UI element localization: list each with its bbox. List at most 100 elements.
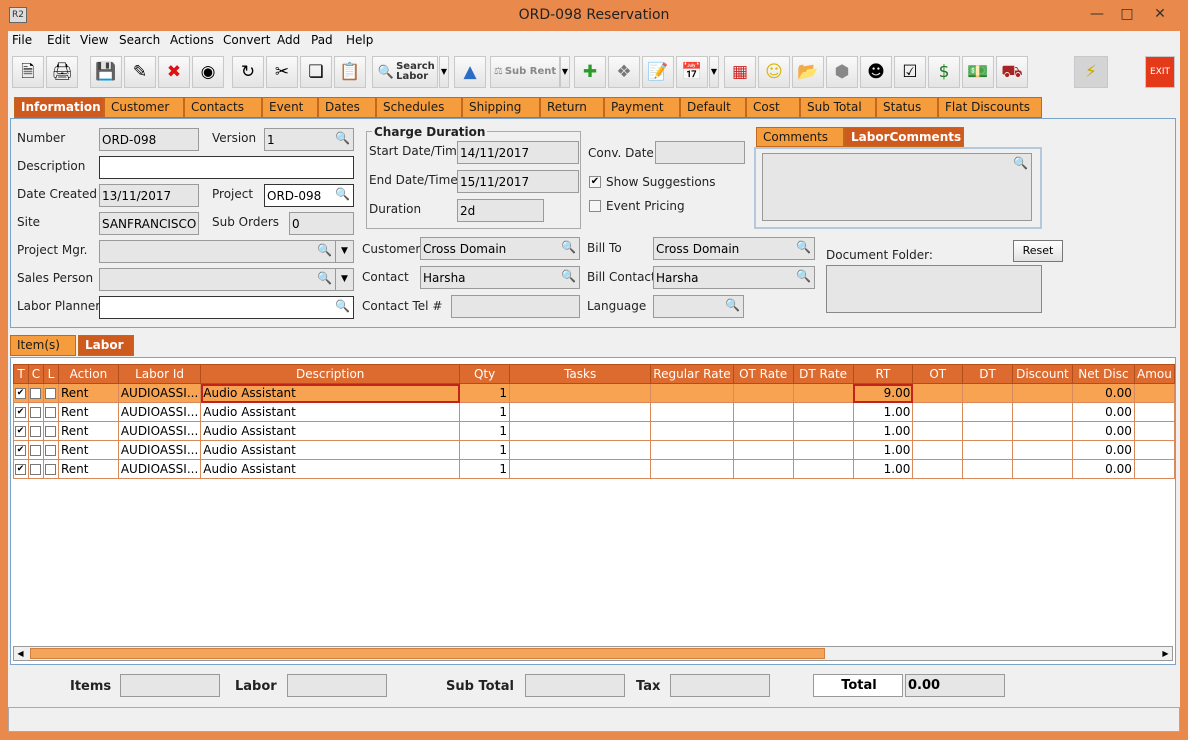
cell-dt[interactable]	[962, 383, 1013, 403]
cell-discount[interactable]	[1011, 402, 1073, 422]
tab-cost[interactable]: Cost	[746, 97, 800, 118]
cell-action[interactable]: Rent	[57, 459, 119, 479]
cell-rt[interactable]: 1.00	[852, 459, 914, 479]
description-field[interactable]	[99, 156, 354, 179]
col-header-regular-rate[interactable]: Regular Rate	[650, 364, 734, 384]
tab-customer[interactable]: Customer	[104, 97, 184, 118]
menu-file[interactable]: File	[12, 33, 32, 47]
cell-t[interactable]: ✔	[13, 459, 29, 479]
menu-edit[interactable]: Edit	[47, 33, 70, 47]
row-checkbox[interactable]	[44, 407, 56, 418]
minimize-icon[interactable]: —	[1085, 4, 1109, 26]
row-checkbox[interactable]: ✔	[15, 445, 26, 456]
customer-field[interactable]: Cross Domain 🔍	[420, 237, 580, 260]
row-checkbox[interactable]: ✔	[15, 388, 26, 399]
cell-t[interactable]: ✔	[13, 402, 29, 422]
search-icon[interactable]: 🔍	[1013, 156, 1028, 170]
cell-qty[interactable]: 1	[459, 421, 510, 441]
search-icon[interactable]: 🔍	[796, 240, 811, 254]
cell-regular-rate[interactable]	[650, 402, 734, 422]
cell-rt[interactable]: 1.00	[852, 421, 914, 441]
binoculars-icon[interactable]: ◉	[192, 56, 224, 88]
cell-amount[interactable]	[1133, 421, 1176, 441]
cell-discount[interactable]	[1011, 383, 1073, 403]
row-checkbox[interactable]: ✔	[15, 464, 26, 475]
tab-return[interactable]: Return	[540, 97, 604, 118]
cell-qty[interactable]: 1	[459, 383, 510, 403]
menu-view[interactable]: View	[80, 33, 108, 47]
cell-discount[interactable]	[1011, 440, 1073, 460]
cell-tasks[interactable]	[508, 383, 652, 403]
scroll-right-icon[interactable]: ▶	[1159, 647, 1172, 660]
cell-ot[interactable]	[912, 421, 964, 441]
col-header-discount[interactable]: Discount	[1011, 364, 1073, 384]
tab-comments[interactable]: Comments	[756, 127, 844, 147]
block-icon[interactable]: ⬢	[826, 56, 858, 88]
project-mgr-field[interactable]: 🔍 ▼	[99, 240, 354, 263]
delete-icon[interactable]: ✖	[158, 56, 190, 88]
calendar-dropdown-icon[interactable]: ▼	[709, 56, 719, 88]
cell-c[interactable]	[27, 402, 44, 422]
plugin-icon[interactable]: ⚡	[1074, 56, 1108, 88]
cell-t[interactable]: ✔	[13, 440, 29, 460]
cell-discount[interactable]	[1011, 459, 1073, 479]
cell-qty[interactable]: 1	[459, 402, 510, 422]
smiley-icon[interactable]: ☺	[758, 56, 790, 88]
truck-icon[interactable]: ⛟	[996, 56, 1028, 88]
row-checkbox[interactable]	[44, 464, 56, 475]
col-header-c[interactable]: C	[27, 364, 44, 384]
row-checkbox[interactable]: ✔	[15, 407, 26, 418]
row-checkbox[interactable]	[29, 426, 41, 437]
cell-regular-rate[interactable]	[650, 440, 734, 460]
cell-dt[interactable]	[962, 459, 1013, 479]
event-pricing-checkbox[interactable]	[589, 200, 601, 212]
col-header-tasks[interactable]: Tasks	[508, 364, 652, 384]
search-icon[interactable]: 🔍	[725, 298, 740, 312]
cell-l[interactable]	[42, 421, 59, 441]
cell-tasks[interactable]	[508, 440, 652, 460]
contact-tel-field[interactable]	[451, 295, 580, 318]
cell-ot[interactable]	[912, 459, 964, 479]
end-datetime-field[interactable]: 15/11/2017	[457, 170, 579, 193]
cell-tasks[interactable]	[508, 421, 652, 441]
cell-c[interactable]	[27, 459, 44, 479]
tab-payment[interactable]: Payment	[604, 97, 680, 118]
cell-description[interactable]: Audio Assistant	[200, 383, 461, 403]
tab-information[interactable]: Information	[14, 97, 104, 118]
cell-labor-id[interactable]: AUDIOASSI...	[117, 421, 202, 441]
save-icon[interactable]: 💾	[90, 56, 122, 88]
cell-net-disc[interactable]: 0.00	[1071, 383, 1135, 403]
search-icon[interactable]: 🔍	[335, 299, 350, 313]
close-icon[interactable]: ✕	[1148, 4, 1172, 26]
tab-flat-discounts[interactable]: Flat Discounts	[938, 97, 1042, 118]
row-checkbox[interactable]: ✔	[15, 426, 26, 437]
note-money-icon[interactable]: 💵	[962, 56, 994, 88]
cell-l[interactable]	[42, 459, 59, 479]
search-icon[interactable]: 🔍	[317, 243, 332, 257]
cell-description[interactable]: Audio Assistant	[200, 402, 461, 422]
row-checkbox[interactable]	[29, 445, 41, 456]
col-header-amount[interactable]: Amou	[1133, 364, 1176, 384]
menu-pad[interactable]: Pad	[311, 33, 333, 47]
cell-t[interactable]: ✔	[13, 383, 29, 403]
start-datetime-field[interactable]: 14/11/2017	[457, 141, 579, 164]
scrollbar-thumb[interactable]	[30, 648, 825, 659]
bill-contact-field[interactable]: Harsha 🔍	[653, 266, 815, 289]
cell-dt[interactable]	[962, 440, 1013, 460]
cell-tasks[interactable]	[508, 402, 652, 422]
duration-field[interactable]: 2d	[457, 199, 544, 222]
col-header-labor-id[interactable]: Labor Id	[117, 364, 202, 384]
cell-ot-rate[interactable]	[732, 440, 794, 460]
cell-net-disc[interactable]: 0.00	[1071, 421, 1135, 441]
refresh-doc-icon[interactable]: ↻	[232, 56, 264, 88]
cell-ot-rate[interactable]	[732, 383, 794, 403]
shapes-icon[interactable]: ▲	[454, 56, 486, 88]
cell-c[interactable]	[27, 383, 44, 403]
cell-ot[interactable]	[912, 440, 964, 460]
table-row[interactable]: ✔ Rent AUDIOASSI... Audio Assistant 1 9.00 0.0…	[13, 383, 1176, 403]
cell-amount[interactable]	[1133, 402, 1176, 422]
sub-rent-button[interactable]: ⚖ Sub Rent	[490, 56, 560, 88]
copy-icon[interactable]: ❏	[300, 56, 332, 88]
row-checkbox[interactable]	[29, 464, 41, 475]
comments-textarea[interactable]: 🔍	[762, 153, 1032, 221]
